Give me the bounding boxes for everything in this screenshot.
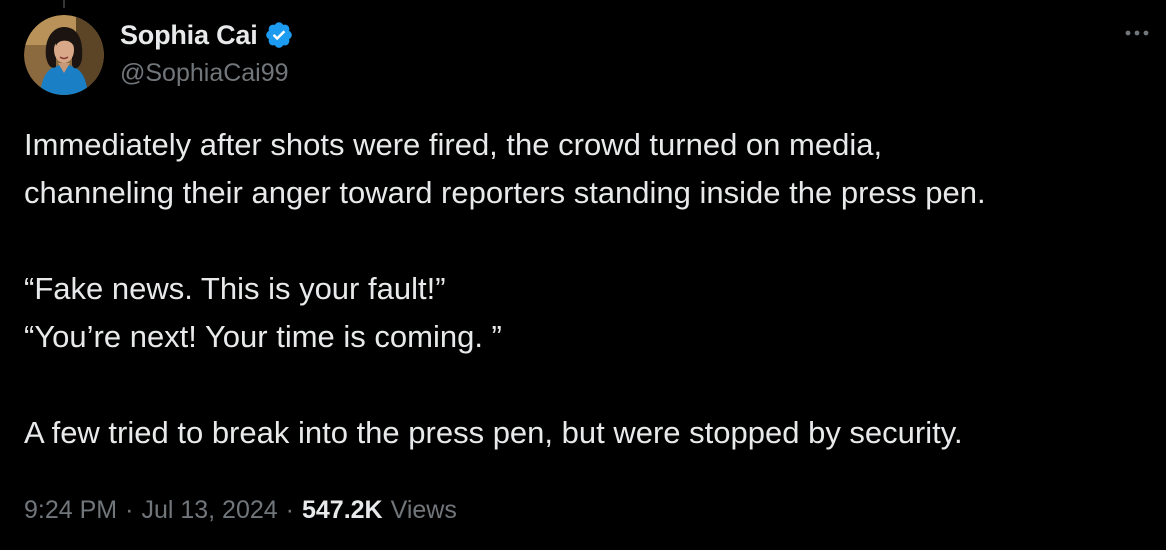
views-count: 547.2K <box>301 495 383 524</box>
separator-dot: · <box>285 495 294 524</box>
tweet-time[interactable]: 9:24 PM <box>24 496 117 525</box>
profile-photo-icon <box>24 15 104 95</box>
tweet-line: channeling their anger toward reporters … <box>24 175 986 210</box>
tweet-line: “Fake news. This is your fault!” <box>24 271 446 306</box>
author-handle[interactable]: @SophiaCai99 <box>120 59 289 88</box>
avatar[interactable] <box>24 15 104 95</box>
more-options-button[interactable] <box>1120 22 1154 44</box>
more-horizontal-icon <box>1125 30 1149 36</box>
author-name-row: Sophia Cai <box>120 17 294 53</box>
thread-connector-line <box>63 0 65 8</box>
tweet-line: A few tried to break into the press pen,… <box>24 415 963 450</box>
separator-dot: · <box>125 495 134 524</box>
tweet-text: Immediately after shots were fired, the … <box>24 121 1144 457</box>
tweet-line: Immediately after shots were fired, the … <box>24 127 883 162</box>
views-label: Views <box>390 495 457 524</box>
author-display-name[interactable]: Sophia Cai <box>120 20 258 51</box>
tweet-line: “You’re next! Your time is coming. ” <box>24 319 502 354</box>
verified-badge-icon[interactable] <box>264 20 294 50</box>
tweet-date[interactable]: Jul 13, 2024 <box>141 496 277 525</box>
tweet-metadata: 9:24 PM · Jul 13, 2024 · 547.2K Views <box>24 489 457 531</box>
